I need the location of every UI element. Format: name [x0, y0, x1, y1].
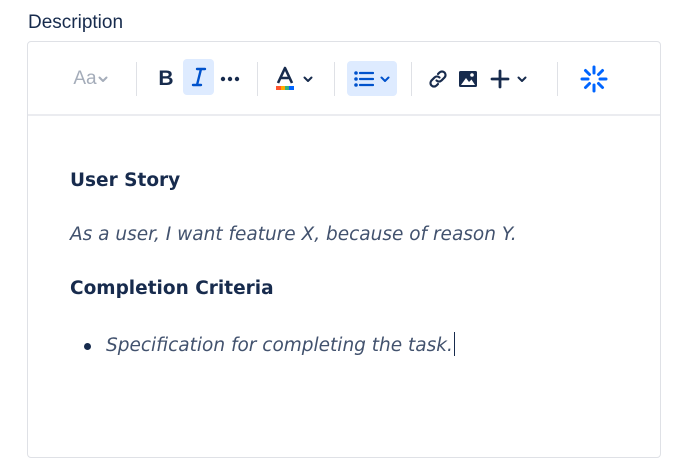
bullet-icon: [84, 343, 91, 350]
more-formatting-icon: [220, 76, 240, 82]
text-style-label: Aa: [73, 68, 97, 89]
list-item: Specification for completing the task.: [70, 332, 455, 356]
ai-assist-button[interactable]: [577, 61, 611, 97]
image-icon: [459, 71, 477, 87]
toolbar-divider: [411, 62, 412, 96]
text-color-dropdown[interactable]: [269, 62, 319, 96]
insert-dropdown[interactable]: [484, 62, 534, 96]
chevron-down-icon: [98, 76, 108, 82]
chevron-down-icon: [380, 76, 389, 82]
heading-completion-criteria: Completion Criteria: [70, 278, 274, 299]
rich-text-editor[interactable]: Aa B User Story As a user, I want featur…: [27, 41, 661, 458]
toolbar-divider: [557, 62, 558, 96]
italic-icon: [191, 67, 206, 87]
chevron-down-icon: [517, 76, 527, 82]
ai-sparkle-icon: [580, 65, 608, 93]
text-color-icon: [276, 66, 294, 90]
text-cursor: [453, 332, 455, 356]
list-dropdown[interactable]: [347, 61, 397, 96]
heading-user-story: User Story: [70, 170, 181, 191]
toolbar-divider: [257, 62, 258, 96]
criteria-list: Specification for completing the task.: [70, 332, 455, 356]
link-icon: [429, 70, 447, 88]
bold-icon: B: [158, 67, 174, 90]
list-item-text: Specification for completing the task.: [106, 335, 453, 356]
user-story-text: As a user, I want feature X, because of …: [70, 224, 517, 245]
more-formatting-button[interactable]: [215, 62, 245, 96]
image-button[interactable]: [454, 62, 482, 96]
bullet-list-icon: [353, 70, 374, 87]
bold-button[interactable]: B: [151, 62, 181, 96]
editor-toolbar: Aa B: [28, 42, 660, 116]
chevron-down-icon: [303, 76, 313, 82]
toolbar-divider: [136, 62, 137, 96]
description-label: Description: [28, 12, 124, 33]
italic-button[interactable]: [183, 59, 214, 95]
text-style-dropdown[interactable]: Aa: [65, 62, 117, 96]
plus-icon: [490, 69, 510, 89]
toolbar-divider: [334, 62, 335, 96]
link-button[interactable]: [424, 62, 452, 96]
